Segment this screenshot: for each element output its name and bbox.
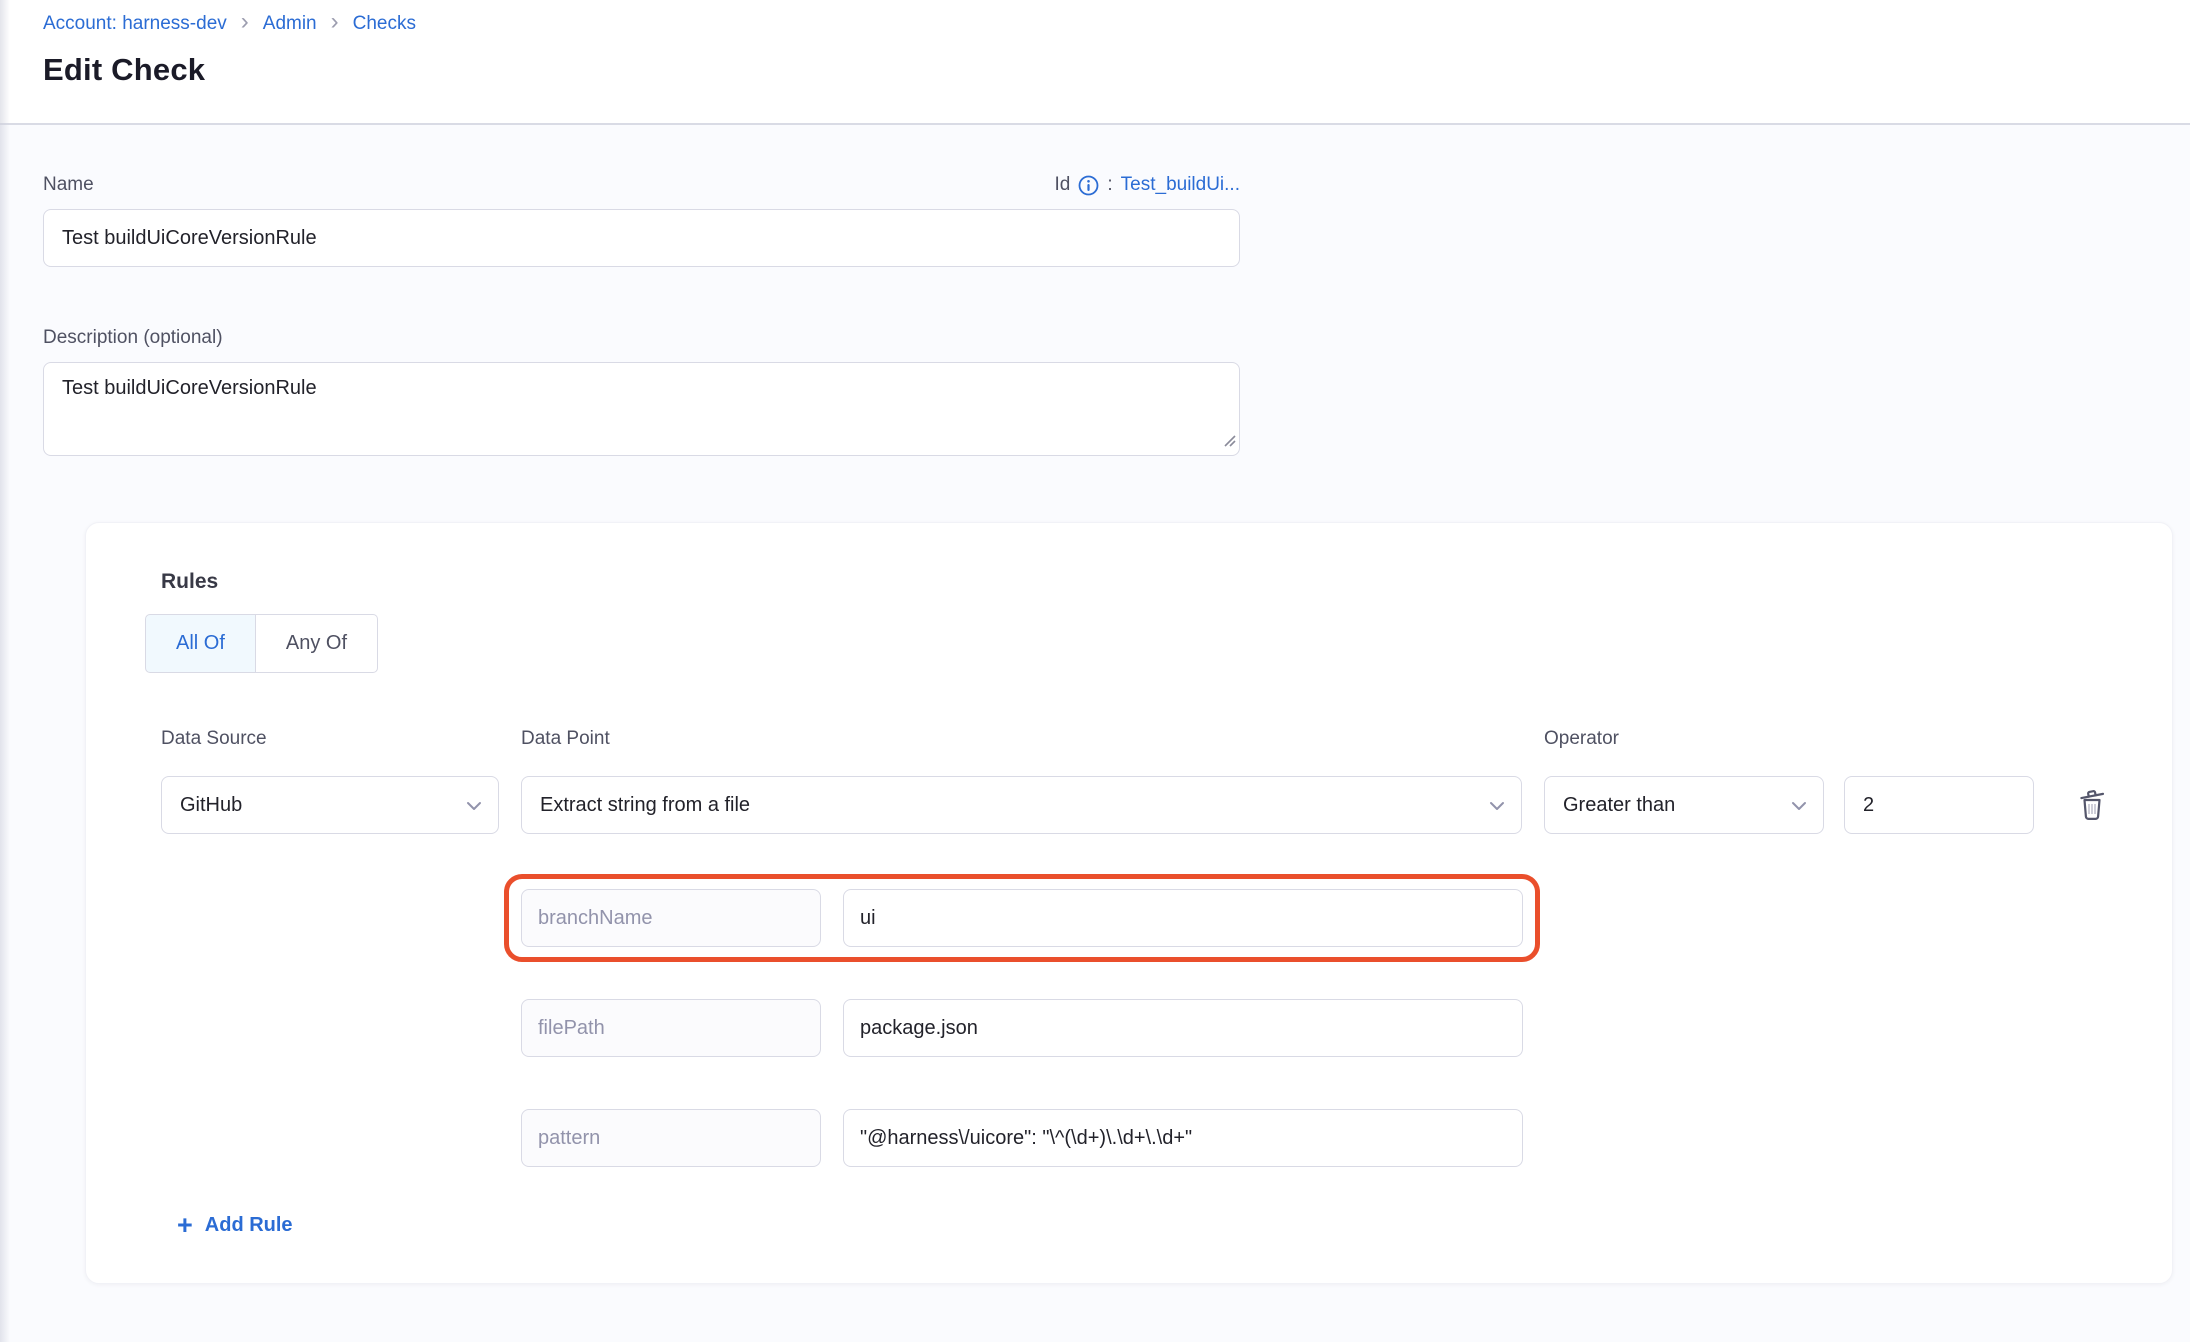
param-row-branchname: branchName (521, 889, 1523, 947)
page-title: Edit Check (43, 52, 2190, 88)
name-label: Name (43, 174, 94, 196)
param-key-branchname: branchName (521, 889, 821, 947)
description-textarea[interactable]: Test buildUiCoreVersionRule (43, 362, 1240, 456)
chevron-down-icon (466, 794, 482, 817)
annotation-highlight-branchname: branchName (504, 874, 1540, 962)
operator-select[interactable]: Greater than (1544, 776, 1824, 834)
param-key-filepath: filePath (521, 999, 821, 1057)
pattern-value-input[interactable] (843, 1109, 1523, 1167)
threshold-input[interactable] (1844, 776, 2034, 834)
rule-row: GitHub Extract string from a file Greate… (161, 776, 2172, 834)
param-row-filepath: filePath (521, 999, 2172, 1057)
data-point-label: Data Point (521, 728, 1544, 750)
trash-icon (2076, 785, 2108, 826)
data-point-select[interactable]: Extract string from a file (521, 776, 1522, 834)
entity-id-line: Id : Test_buildUi... (1055, 173, 1240, 196)
data-source-value: GitHub (180, 794, 242, 817)
param-row-pattern: pattern (521, 1109, 2172, 1167)
chevron-right-icon: › (331, 12, 339, 36)
chevron-down-icon (1489, 794, 1505, 817)
plus-icon: + (177, 1215, 193, 1237)
id-label: Id (1055, 174, 1071, 196)
breadcrumb-checks-link[interactable]: Checks (353, 13, 416, 35)
entity-id-link[interactable]: Test_buildUi... (1121, 174, 1240, 196)
rules-operator-toggle: All Of Any Of (145, 614, 2172, 673)
resize-handle-icon[interactable] (1222, 433, 1236, 452)
rules-card: Rules All Of Any Of Data Source Data Poi… (85, 522, 2173, 1284)
data-source-label: Data Source (161, 728, 521, 750)
info-icon[interactable] (1078, 175, 1099, 196)
edit-check-form: Name Id : Test_buildUi... Description (o… (0, 173, 2190, 1284)
branchname-value-input[interactable] (843, 889, 1523, 947)
toggle-all-of[interactable]: All Of (145, 614, 256, 673)
filepath-value-input[interactable] (843, 999, 1523, 1057)
operator-label: Operator (1544, 728, 1824, 750)
breadcrumb: Account: harness-dev › Admin › Checks (43, 10, 2190, 38)
operator-value: Greater than (1563, 794, 1675, 817)
delete-rule-button[interactable] (2076, 785, 2108, 826)
rule-column-labels: Data Source Data Point Operator (161, 728, 2172, 750)
data-point-value: Extract string from a file (540, 794, 750, 817)
page-header: Account: harness-dev › Admin › Checks Ed… (0, 0, 2190, 125)
description-label: Description (optional) (43, 327, 223, 349)
add-rule-button[interactable]: + Add Rule (177, 1214, 293, 1237)
id-colon: : (1107, 174, 1112, 196)
param-key-pattern: pattern (521, 1109, 821, 1167)
breadcrumb-account-link[interactable]: Account: harness-dev (43, 13, 227, 35)
breadcrumb-admin-link[interactable]: Admin (263, 13, 317, 35)
name-input[interactable] (43, 209, 1240, 267)
add-rule-label: Add Rule (205, 1214, 293, 1237)
rules-heading: Rules (161, 570, 2172, 594)
data-source-select[interactable]: GitHub (161, 776, 499, 834)
chevron-down-icon (1791, 794, 1807, 817)
toggle-any-of[interactable]: Any Of (256, 614, 378, 673)
chevron-right-icon: › (241, 12, 249, 36)
